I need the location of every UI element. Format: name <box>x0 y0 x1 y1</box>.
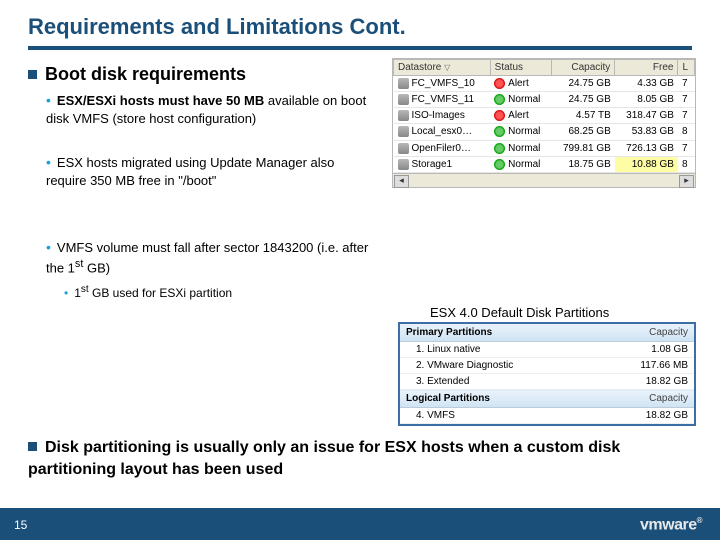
subbullet-3a-b: GB used for ESXi partition <box>89 286 232 300</box>
partition-caption: ESX 4.0 Default Disk Partitions <box>430 305 609 320</box>
scroll-left-icon[interactable]: ◂ <box>394 175 409 188</box>
subbullet-3a-sup: st <box>81 284 89 295</box>
status-alert-icon <box>494 78 505 89</box>
content-left: Boot disk requirements • ESX/ESXi hosts m… <box>28 60 378 305</box>
table-row: 3. Extended18.82 GB <box>400 374 694 390</box>
horizontal-scrollbar[interactable]: ◂▸ <box>393 173 695 187</box>
col-status[interactable]: Status <box>490 60 551 76</box>
datastore-icon <box>398 94 409 105</box>
bullet-3: •VMFS volume must fall after sector 1843… <box>46 238 378 277</box>
page-number: 15 <box>14 518 27 532</box>
bullet-1-bold: ESX/ESXi hosts must have 50 MB <box>57 93 264 108</box>
logical-partitions-header: Logical Partitions <box>400 390 596 408</box>
status-ok-icon <box>494 143 505 154</box>
summary-text: Disk partitioning is usually only an iss… <box>28 437 692 480</box>
col-capacity[interactable]: Capacity <box>552 60 615 76</box>
bullet-2: •ESX hosts migrated using Update Manager… <box>46 153 378 189</box>
datastore-icon <box>398 143 409 154</box>
bullet-dot-icon: • <box>46 92 51 108</box>
table-row[interactable]: Storage1Normal18.75 GB10.88 GB8 <box>394 156 695 172</box>
capacity-header: Capacity <box>596 390 694 408</box>
table-row[interactable]: FC_VMFS_11Normal24.75 GB8.05 GB7 <box>394 92 695 108</box>
subbullet-3a: • 1st GB used for ESXi partition <box>64 283 378 301</box>
bullet-1: •ESX/ESXi hosts must have 50 MB availabl… <box>46 91 378 127</box>
datastore-icon <box>398 126 409 137</box>
table-row: 1. Linux native1.08 GB <box>400 342 694 358</box>
col-l[interactable]: L <box>678 60 695 76</box>
bullet-2-text: ESX hosts migrated using Update Manager … <box>46 155 334 188</box>
table-header-row: Datastore ▽ Status Capacity Free L <box>394 60 695 76</box>
vmware-logo: vmware® <box>640 516 702 534</box>
table-row: 2. VMware Diagnostic117.66 MB <box>400 358 694 374</box>
bullet-dot-icon: • <box>64 286 68 300</box>
sort-icon: ▽ <box>444 63 450 72</box>
datastore-icon <box>398 110 409 121</box>
datastore-table: Datastore ▽ Status Capacity Free L FC_VM… <box>392 58 696 188</box>
capacity-header: Capacity <box>596 324 694 342</box>
footer-bar <box>0 508 720 540</box>
section-heading: Boot disk requirements <box>28 64 378 85</box>
bullet-dot-icon: • <box>46 239 51 255</box>
partition-table: Primary PartitionsCapacity 1. Linux nati… <box>398 322 696 426</box>
scroll-right-icon[interactable]: ▸ <box>679 175 694 188</box>
bullet-square-icon <box>28 70 37 79</box>
status-alert-icon <box>494 110 505 121</box>
status-ok-icon <box>494 94 505 105</box>
datastore-icon <box>398 159 409 170</box>
status-ok-icon <box>494 159 505 170</box>
slide-title: Requirements and Limitations Cont. <box>28 14 406 40</box>
bullet-dot-icon: • <box>46 154 51 170</box>
title-rule <box>28 46 692 50</box>
col-free[interactable]: Free <box>615 60 678 76</box>
col-datastore[interactable]: Datastore ▽ <box>394 60 491 76</box>
table-row: 4. VMFS18.82 GB <box>400 408 694 424</box>
primary-partitions-header: Primary Partitions <box>400 324 596 342</box>
bullet-square-icon <box>28 442 37 451</box>
table-row[interactable]: OpenFiler0…Normal799.81 GB726.13 GB7 <box>394 140 695 156</box>
table-row[interactable]: ISO-ImagesAlert4.57 TB318.47 GB7 <box>394 108 695 124</box>
table-row[interactable]: Local_esx0…Normal68.25 GB53.83 GB8 <box>394 124 695 140</box>
table-row[interactable]: FC_VMFS_10Alert24.75 GB4.33 GB7 <box>394 76 695 92</box>
section-heading-text: Boot disk requirements <box>45 64 246 84</box>
status-ok-icon <box>494 126 505 137</box>
subbullet-3a-a: 1 <box>74 286 81 300</box>
datastore-icon <box>398 78 409 89</box>
bullet-3-b: GB) <box>83 260 110 275</box>
